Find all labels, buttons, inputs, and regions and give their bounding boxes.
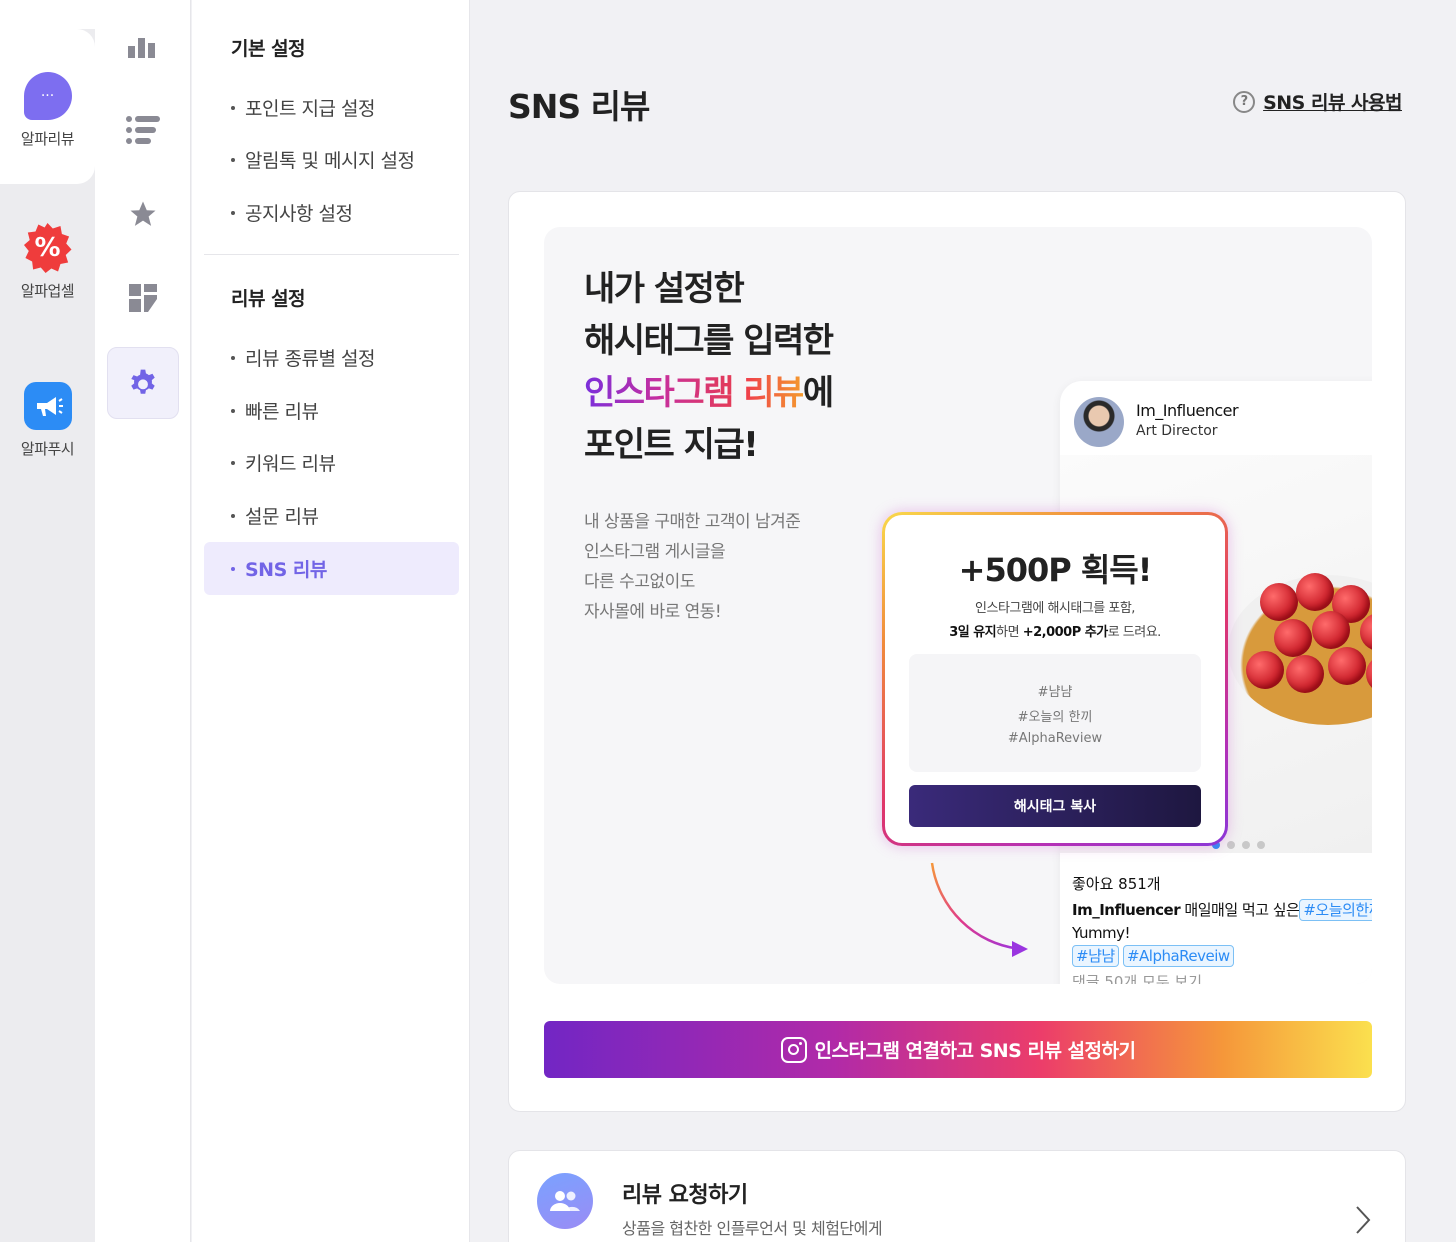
list-nav-button[interactable]: [107, 94, 179, 166]
app-alpha-upsell[interactable]: % 알파업셀: [0, 223, 95, 301]
copy-hashtag-button[interactable]: 해시태그 복사: [909, 785, 1201, 827]
reward-line-1: 인스타그램에 해시태그를 포함,: [975, 601, 1135, 616]
sns-review-card: 내가 설정한 해시태그를 입력한 인스타그램 리뷰에 포인트 지급! 내 상품을…: [508, 191, 1406, 1112]
menu-item-sns-review[interactable]: SNS 리뷰: [204, 542, 459, 595]
instagram-connect-button[interactable]: 인스타그램 연결하고 SNS 리뷰 설정하기: [544, 1021, 1372, 1078]
menu-item-survey-review[interactable]: 설문 리뷰: [204, 489, 459, 542]
hero-description: 내 상품을 구매한 고객이 남겨준 인스타그램 게시글을 다른 수고없이도 자사…: [584, 512, 801, 622]
instagram-icon: [780, 1036, 807, 1063]
reward-popup: +500P 획득! 인스타그램에 해시태그를 포함, 3일 유지하면 +2,00…: [882, 512, 1228, 846]
post-caption: Im_Influencer 매일매일 먹고 싶은#오늘의한끼 Yummy! #냠…: [1072, 899, 1372, 968]
menu-item-quick-review[interactable]: 빠른 리뷰: [204, 384, 459, 437]
menu-item-notice-settings[interactable]: 공지사항 설정: [204, 186, 459, 239]
app-alpha-review[interactable]: ··· 알파리뷰: [0, 29, 95, 184]
settings-nav-button[interactable]: [107, 347, 179, 419]
app-label: 알파업셀: [20, 282, 75, 300]
help-link-label: SNS 리뷰 사용법: [1263, 92, 1402, 114]
hero-title: 내가 설정한 해시태그를 입력한 인스타그램 리뷰에 포인트 지급!: [584, 269, 834, 465]
question-icon: ?: [1233, 90, 1256, 113]
stats-nav-button[interactable]: [107, 12, 179, 84]
alpha-review-icon: ···: [23, 72, 72, 120]
menu-divider: [204, 254, 459, 255]
chevron-right-icon: [1356, 1206, 1371, 1234]
post-role: Art Director: [1136, 423, 1218, 439]
app-alpha-push[interactable]: 알파푸시: [0, 382, 95, 459]
app-label: 알파푸시: [20, 440, 75, 458]
app-label: 알파리뷰: [20, 130, 75, 148]
icon-nav: [95, 0, 191, 1242]
post-likes: 좋아요 851개: [1072, 875, 1161, 893]
alpha-push-icon: [23, 382, 72, 430]
reward-line-2: 3일 유지하면 +2,000P 추가로 드려요.: [949, 625, 1161, 640]
menu-section-review: 리뷰 설정: [231, 288, 306, 310]
hashtag-item: #냠냠: [1037, 684, 1073, 700]
request-title: 리뷰 요청하기: [622, 1183, 748, 1208]
menu-item-keyword-review[interactable]: 키워드 리뷰: [204, 436, 459, 489]
post-username: Im_Influencer: [1136, 401, 1239, 420]
dashboard-icon: [129, 284, 157, 312]
cta-label: 인스타그램 연결하고 SNS 리뷰 설정하기: [814, 1040, 1136, 1062]
app-rail: ··· 알파리뷰 % 알파업셀 알파푸시: [0, 0, 95, 1242]
hashtag-item: #AlphaReview: [1007, 730, 1103, 746]
page-title: SNS 리뷰: [508, 87, 650, 126]
app-rail-cap: [0, 0, 95, 29]
gear-icon: [131, 369, 155, 394]
users-icon: [537, 1173, 593, 1229]
carousel-dots: [1212, 841, 1265, 849]
reward-title: +500P 획득!: [958, 551, 1153, 589]
review-request-card[interactable]: 리뷰 요청하기 상품을 협찬한 인플루언서 및 체험단에게: [508, 1150, 1406, 1242]
list-icon: [126, 116, 160, 144]
post-comments: 댓글 50개 모두 보기: [1072, 973, 1202, 984]
settings-menu: 기본 설정 포인트 지급 설정 알림톡 및 메시지 설정 공지사항 설정 리뷰 …: [192, 0, 470, 1242]
curved-arrow-icon: [930, 862, 1028, 957]
request-subtitle: 상품을 협찬한 인플루언서 및 체험단에게: [622, 1219, 883, 1238]
hashtag-box: #냠냠 #오늘의 한끼 #AlphaReview: [909, 654, 1201, 772]
help-link[interactable]: ? SNS 리뷰 사용법: [1233, 88, 1402, 115]
bar-chart-icon: [128, 38, 155, 58]
menu-section-basic: 기본 설정: [231, 38, 306, 60]
star-nav-button[interactable]: [107, 178, 179, 250]
menu-item-review-types[interactable]: 리뷰 종류별 설정: [204, 331, 459, 384]
star-icon: [130, 201, 156, 226]
hashtag-item: #오늘의 한끼: [1017, 709, 1093, 725]
avatar: [1074, 397, 1124, 447]
hero-banner: 내가 설정한 해시태그를 입력한 인스타그램 리뷰에 포인트 지급! 내 상품을…: [544, 227, 1372, 984]
menu-item-point-settings[interactable]: 포인트 지급 설정: [204, 81, 459, 134]
alpha-upsell-icon: %: [23, 223, 72, 273]
dashboard-nav-button[interactable]: [107, 262, 179, 334]
menu-item-message-settings[interactable]: 알림톡 및 메시지 설정: [204, 133, 459, 186]
